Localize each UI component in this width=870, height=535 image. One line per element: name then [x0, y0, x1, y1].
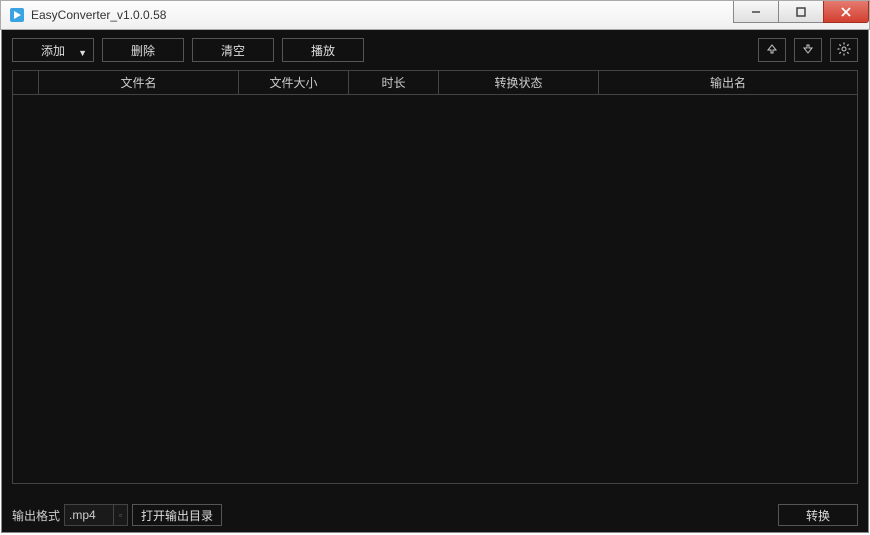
clear-button[interactable]: 清空: [192, 38, 274, 62]
column-output[interactable]: 输出名: [599, 71, 857, 95]
output-format-label: 输出格式: [12, 507, 60, 524]
select-caret-icon: ▫: [113, 505, 127, 525]
open-output-dir-label: 打开输出目录: [141, 507, 213, 524]
convert-button-label: 转换: [806, 507, 830, 524]
settings-button[interactable]: [830, 38, 858, 62]
app-icon: [9, 7, 25, 23]
dropdown-caret-icon: ▼: [78, 48, 87, 58]
column-filesize[interactable]: 文件大小: [239, 71, 349, 95]
maximize-button[interactable]: [778, 1, 824, 23]
gear-icon: [837, 42, 851, 59]
minimize-button[interactable]: [733, 1, 779, 23]
move-down-button[interactable]: [794, 38, 822, 62]
window-titlebar: EasyConverter_v1.0.0.58: [0, 0, 870, 30]
toolbar: 添加 ▼ 删除 清空 播放: [2, 30, 868, 70]
table-body[interactable]: [13, 95, 857, 483]
add-button[interactable]: 添加 ▼: [12, 38, 94, 62]
play-button[interactable]: 播放: [282, 38, 364, 62]
play-button-label: 播放: [311, 42, 335, 59]
output-format-value: .mp4: [69, 508, 96, 522]
arrow-up-icon: [766, 43, 778, 58]
app-body: 添加 ▼ 删除 清空 播放: [1, 30, 869, 533]
window-title: EasyConverter_v1.0.0.58: [31, 8, 166, 22]
column-status[interactable]: 转换状态: [439, 71, 599, 95]
bottom-bar: 输出格式 .mp4 ▫ 打开输出目录 转换: [2, 498, 868, 532]
output-format-select[interactable]: .mp4 ▫: [64, 504, 128, 526]
convert-button[interactable]: 转换: [778, 504, 858, 526]
window-controls: [734, 1, 869, 23]
close-button[interactable]: [823, 1, 869, 23]
table-header-row: 文件名 文件大小 时长 转换状态 输出名: [13, 71, 857, 95]
column-filename[interactable]: 文件名: [39, 71, 239, 95]
move-up-button[interactable]: [758, 38, 786, 62]
clear-button-label: 清空: [221, 42, 245, 59]
delete-button-label: 删除: [131, 42, 155, 59]
delete-button[interactable]: 删除: [102, 38, 184, 62]
column-duration[interactable]: 时长: [349, 71, 439, 95]
add-button-label: 添加: [41, 42, 65, 59]
arrow-down-icon: [802, 43, 814, 58]
open-output-dir-button[interactable]: 打开输出目录: [132, 504, 222, 526]
column-checkbox[interactable]: [13, 71, 39, 95]
file-table: 文件名 文件大小 时长 转换状态 输出名: [12, 70, 858, 484]
